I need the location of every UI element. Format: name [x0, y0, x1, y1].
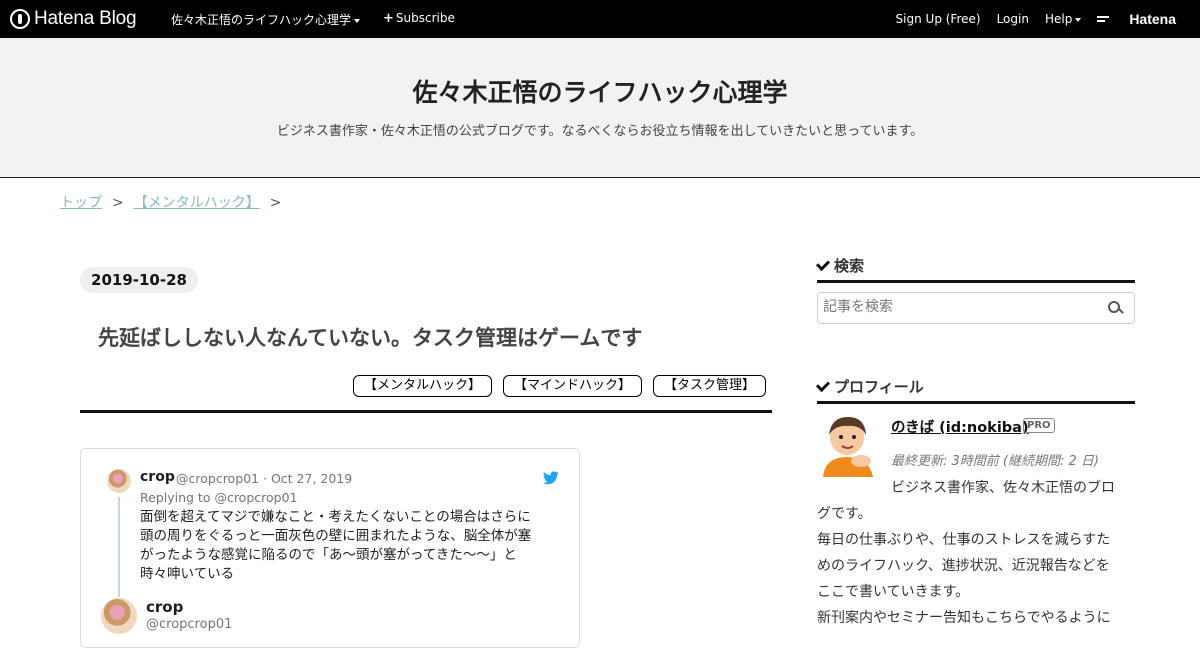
tweet-text-line: がったような感覚に陥るので「あ〜頭が塞がってきた〜〜」と	[140, 547, 517, 563]
profile-avatar[interactable]	[817, 413, 879, 477]
category-tag[interactable]: 【メンタルハック】	[352, 375, 492, 397]
thread-line	[118, 497, 120, 597]
hatena-mark-icon	[1097, 14, 1110, 24]
help-dropdown[interactable]: Help	[1045, 12, 1081, 26]
avatar[interactable]	[107, 469, 131, 493]
search-input[interactable]	[823, 299, 1103, 315]
profile-bio-line: めのライフハック、進捗状況、近況報告などを	[817, 558, 1110, 574]
blog-menu-dropdown[interactable]: 佐々木正悟のライフハック心理学	[171, 11, 360, 28]
hatena-brand-link[interactable]: Hatena	[1097, 11, 1192, 27]
search-heading: 検索	[815, 255, 865, 276]
blog-header: 佐々木正悟のライフハック心理学 ビジネス書作家・佐々木正悟の公式ブログです。なる…	[0, 38, 1200, 178]
profile-bio-line: 新刊案内やセミナー告知もこちらでやるように	[817, 610, 1111, 626]
breadcrumb-top[interactable]: トップ	[60, 195, 102, 211]
search-heading-label: 検索	[834, 257, 865, 275]
replying-to[interactable]: Replying to @cropcrop01	[140, 490, 298, 505]
login-link[interactable]: Login	[997, 12, 1029, 26]
embedded-tweet[interactable]: crop @cropcrop01 · Oct 27, 2019 Replying…	[80, 448, 580, 648]
plus-icon: +	[383, 11, 394, 26]
hatena-brand-label: Hatena	[1129, 11, 1176, 27]
profile-heading: プロフィール	[815, 376, 924, 397]
pro-badge[interactable]: PRO	[1023, 418, 1055, 433]
logo-text: Hatena Blog	[34, 8, 137, 29]
category-tag[interactable]: 【タスク管理】	[652, 375, 766, 397]
tweet-text-line: 面倒を超えてマジで嫌なこと・考えたくないことの場合はさらに	[140, 509, 531, 525]
sidebar-divider	[817, 280, 1135, 283]
profile-bio-line: ここで書いていきます。	[817, 584, 970, 600]
entry-date[interactable]: 2019-10-28	[80, 267, 198, 293]
check-icon	[815, 377, 831, 393]
search-icon[interactable]	[1108, 301, 1124, 317]
sidebar-divider	[817, 401, 1135, 404]
profile-last-updated: 最終更新: 3時間前 (継続期間: 2 日)	[891, 454, 1099, 469]
blog-description: ビジネス書作家・佐々木正悟の公式ブログです。なるべくならお役立ち情報を出していき…	[276, 124, 924, 139]
profile-name[interactable]: のきば (id:nokiba)	[891, 416, 1029, 437]
profile-heading-label: プロフィール	[834, 378, 924, 396]
profile-bio-line: グです。	[817, 506, 872, 522]
entry-categories: 【メンタルハック】 【マインドハック】 【タスク管理】	[352, 375, 766, 397]
hatena-blog-logo[interactable]: Hatena Blog	[10, 7, 137, 31]
profile-bio-line: 毎日の仕事ぶりや、仕事のストレスを減らすた	[817, 532, 1111, 548]
global-header: Hatena Blog 佐々木正悟のライフハック心理学 + Subscribe S…	[0, 0, 1200, 38]
breadcrumb: トップ > 【メンタルハック】 >	[60, 192, 291, 212]
category-tag[interactable]: 【マインドハック】	[502, 375, 642, 397]
tweet-author-name[interactable]: crop	[140, 469, 175, 485]
signup-link[interactable]: Sign Up (Free)	[896, 12, 981, 26]
tweet-text-line: 時々呻いている	[140, 566, 235, 582]
hatena-logo-icon	[10, 9, 30, 29]
subscribe-label: Subscribe	[395, 11, 455, 25]
tweet-text-line: 頭の周りをぐるっと一面灰色の壁に囲まれたような、脳全体が塞	[140, 528, 532, 544]
entry-title[interactable]: 先延ばししない人なんていない。タスク管理はゲームです	[98, 322, 642, 352]
twitter-bird-icon[interactable]	[543, 471, 559, 485]
breadcrumb-category[interactable]: 【メンタルハック】	[134, 195, 260, 211]
tweet-author-name[interactable]: crop	[146, 598, 183, 616]
breadcrumb-separator: >	[269, 195, 282, 211]
profile-bio: ビジネス書作家、佐々木正悟のブロ グです。 毎日の仕事ぶりや、仕事のストレスを減…	[817, 475, 1137, 631]
profile-bio-line: ビジネス書作家、佐々木正悟のブロ	[891, 480, 1115, 496]
search-box	[817, 292, 1135, 324]
blog-title[interactable]: 佐々木正悟のライフハック心理学	[0, 73, 1200, 109]
subscribe-button[interactable]: + Subscribe	[383, 11, 455, 26]
breadcrumb-separator: >	[112, 195, 124, 211]
title-divider	[80, 410, 772, 413]
avatar[interactable]	[101, 598, 137, 634]
check-icon	[815, 256, 831, 272]
tweet-text: 面倒を超えてマジで嫌なこと・考えたくないことの場合はさらに 頭の周りをぐるっと一…	[140, 508, 550, 584]
tweet-handle-date[interactable]: @cropcrop01 · Oct 27, 2019	[176, 471, 352, 486]
